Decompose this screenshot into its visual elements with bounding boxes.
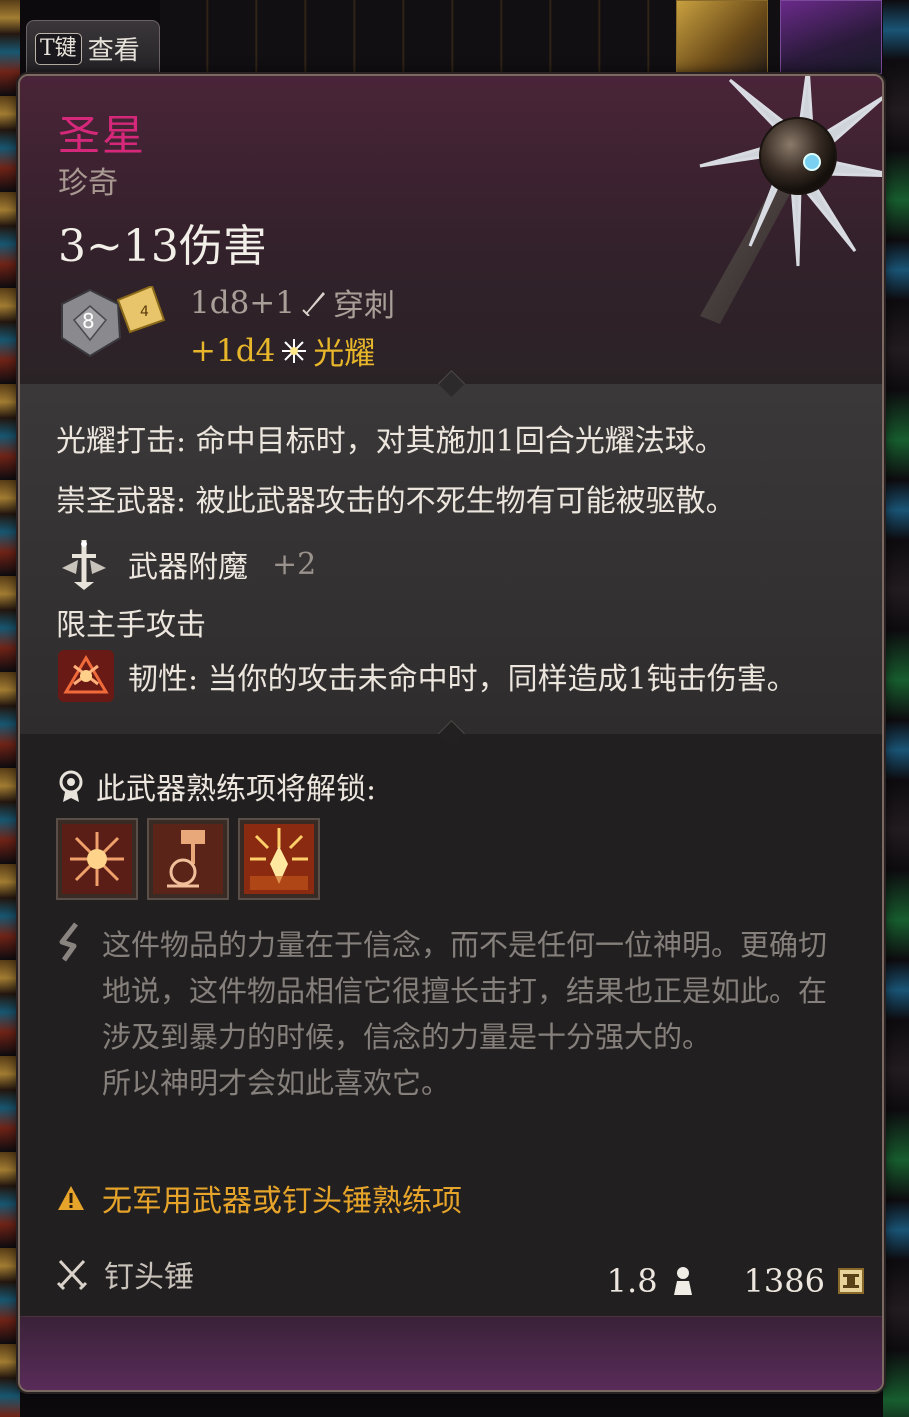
- weapon-type: 钉头锤: [56, 1252, 194, 1296]
- action-icon-3[interactable]: [238, 818, 320, 900]
- unlocked-actions: [56, 818, 320, 900]
- resilience-effect[interactable]: 韧性: 当你的攻击未命中时，同样造成1钝击伤害。: [56, 648, 797, 704]
- damage-line-radiant: +1d4 光耀: [190, 328, 375, 373]
- action-icon-1[interactable]: [56, 818, 138, 900]
- weapon-type-label: 钉头锤: [104, 1260, 194, 1295]
- item-tooltip: 圣星 珍奇 3~13伤害 4 8 1d8+1 穿刺 +1d4 光耀 光耀打击: …: [18, 74, 884, 1392]
- damage-dice-icon: 4 8: [61, 286, 166, 358]
- resilience-text: 韧性: 当你的攻击未命中时，同样造成1钝击伤害。: [128, 662, 797, 697]
- tenacity-burst-icon: [244, 824, 314, 894]
- piercing-icon: [302, 291, 325, 316]
- inspect-label: 查看: [87, 36, 140, 66]
- inventory-slot-gauntlets[interactable]: [676, 0, 768, 74]
- inspect-tab[interactable]: T键 查看: [26, 20, 160, 76]
- inventory-strip-left: [0, 0, 20, 1417]
- item-rarity: 珍奇: [58, 166, 118, 201]
- proficiency-unlock: 此武器熟练项将解锁:: [56, 764, 376, 808]
- d8-label: 8: [82, 309, 95, 333]
- action-icon-2[interactable]: [147, 818, 229, 900]
- inspect-key-hint: T键: [35, 32, 82, 65]
- enchantment-value: +2: [272, 546, 317, 582]
- gold-icon: [838, 1268, 864, 1294]
- morningstar-art-icon: [699, 76, 882, 324]
- effect-radiant-strike[interactable]: 光耀打击: 命中目标时，对其施加1回合光耀法球。: [56, 416, 725, 460]
- weapon-enchantment[interactable]: 武器附魔 +2: [56, 538, 316, 590]
- lore-text: 这件物品的力量在于信念，而不是任何一位神明。更确切地说，这件物品相信它很擅长击打…: [102, 922, 842, 1106]
- spiked-strike-icon: [62, 824, 132, 894]
- damage-range: 3~13伤害: [58, 221, 267, 272]
- resilience-icon: [58, 650, 114, 702]
- damage-dice-primary: 1d8+1: [190, 284, 295, 321]
- tooltip-footer: [20, 1316, 882, 1390]
- inventory-strip-top: [160, 0, 880, 76]
- item-value: 1386: [743, 1262, 825, 1300]
- damage-type-radiant: 光耀: [313, 336, 376, 372]
- proficiency-unlock-title: 此武器熟练项将解锁:: [96, 772, 377, 807]
- enchantment-label: 武器附魔: [128, 550, 248, 585]
- item-name: 圣星: [58, 111, 147, 160]
- proficiency-warning: 无军用武器或钉头锤熟练项: [56, 1176, 462, 1220]
- concussive-smash-icon: [153, 824, 223, 894]
- damage-line-primary: 1d8+1 穿刺: [190, 280, 395, 325]
- d4-label: 4: [140, 304, 149, 320]
- main-hand-only: 限主手攻击: [56, 608, 206, 643]
- damage-type-primary: 穿刺: [333, 288, 395, 324]
- effect-holy-weapon[interactable]: 崇圣武器: 被此武器攻击的不死生物有可能被驱散。: [56, 476, 736, 520]
- weight-icon: [673, 1267, 692, 1295]
- warning-icon: [58, 1186, 84, 1210]
- inventory-strip-right: [883, 0, 909, 1417]
- lore-paragraph-2: 所以神明才会如此喜欢它。: [102, 1066, 451, 1100]
- damage-dice-radiant: +1d4: [190, 332, 276, 369]
- weapon-enchantment-icon: [62, 540, 106, 590]
- lore-quill-icon: [59, 922, 78, 962]
- warning-text: 无军用武器或钉头锤熟练项: [102, 1184, 462, 1219]
- screen: T键 查看 圣星 珍奇 3~13伤害 4 8 1d8+1 穿刺 +1d4 光耀 …: [0, 0, 909, 1417]
- proficiency-icon: [59, 770, 83, 802]
- item-weight: 1.8: [606, 1262, 658, 1300]
- crossed-weapons-icon: [56, 1259, 88, 1291]
- weight-value-row: 1.8 1386: [607, 1262, 865, 1300]
- radiant-icon: [282, 338, 307, 363]
- lore-block: 这件物品的力量在于信念，而不是任何一位神明。更确切地说，这件物品相信它很擅长击打…: [56, 922, 842, 1106]
- inventory-slot-cloak[interactable]: [780, 0, 882, 74]
- lore-paragraph-1: 这件物品的力量在于信念，而不是任何一位神明。更确切地说，这件物品相信它很擅长击打…: [102, 928, 828, 1054]
